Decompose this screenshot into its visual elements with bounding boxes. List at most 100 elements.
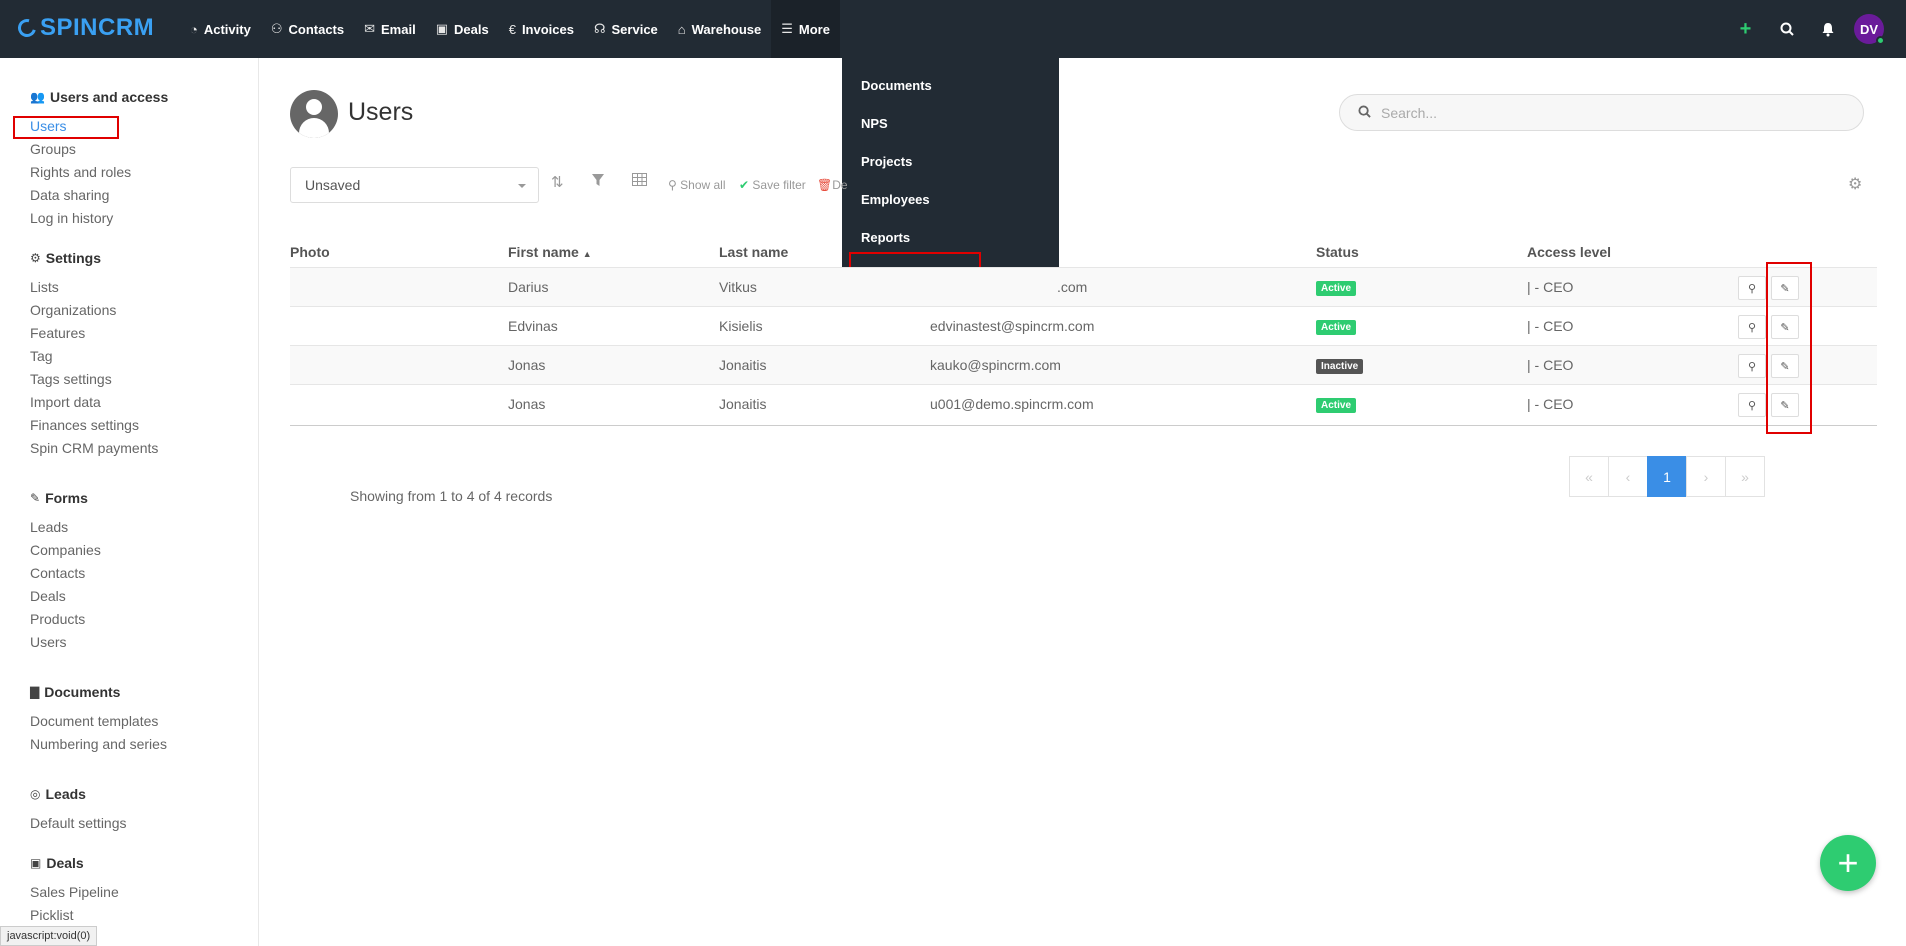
user-avatar[interactable]: DV	[1854, 14, 1885, 45]
columns-grid-icon[interactable]	[632, 173, 647, 190]
nav-invoices[interactable]: € Invoices	[499, 0, 584, 58]
logo-text: SPINCRM	[40, 14, 155, 41]
pagination: « ‹ 1 › »	[1569, 456, 1765, 497]
sort-icon[interactable]: ⇅	[551, 173, 564, 191]
first-name-cell: Darius	[508, 279, 549, 295]
column-header-status[interactable]: Status	[1316, 244, 1359, 260]
nav-more[interactable]: ☰ More	[771, 0, 840, 58]
sidebar-item-picklist[interactable]: Picklist	[30, 907, 74, 923]
save-filter-label: Save filter	[752, 178, 806, 192]
nav-email[interactable]: ✉ Email	[354, 0, 426, 58]
avatar-initials: DV	[1859, 21, 1879, 37]
nav-contacts[interactable]: ⚇ Contacts	[261, 0, 354, 58]
menu-item-documents[interactable]: Documents	[842, 66, 1059, 104]
warehouse-icon: ⌂	[677, 21, 686, 37]
nav-deals-label: Deals	[454, 21, 489, 37]
nav-deals[interactable]: ▣ Deals	[426, 0, 499, 58]
search-bar[interactable]	[1339, 94, 1864, 131]
column-header-first-name[interactable]: First name ▲	[508, 244, 592, 260]
hamburger-icon: ☰	[781, 21, 793, 36]
saved-filter-select[interactable]: Unsaved	[290, 167, 539, 203]
nav-activity[interactable]: ◔ Activity	[180, 0, 261, 58]
sidebar-item-forms-contacts[interactable]: Contacts	[30, 565, 85, 581]
add-fab-button[interactable]: +	[1820, 835, 1876, 891]
menu-item-nps[interactable]: NPS	[842, 104, 1059, 142]
show-all-label: Show all	[680, 178, 726, 192]
table-settings-gear-icon[interactable]: ⚙	[1848, 174, 1862, 194]
show-all-button[interactable]: ⚲ Show all	[668, 178, 726, 192]
sidebar-item-tag[interactable]: Tag	[30, 348, 53, 364]
last-page-button[interactable]: »	[1725, 456, 1765, 497]
filter-icon[interactable]	[591, 173, 605, 191]
email-cell: .com	[1057, 279, 1088, 295]
save-filter-button[interactable]: ✔ Save filter	[739, 178, 806, 192]
online-status-dot	[1876, 36, 1885, 45]
sidebar-item-organizations[interactable]: Organizations	[30, 302, 116, 318]
table-row[interactable]: Jonas Jonaitis kauko@spincrm.com Inactiv…	[290, 345, 1877, 384]
prev-page-button[interactable]: ‹	[1608, 456, 1648, 497]
access-level-cell: | - CEO	[1527, 396, 1574, 412]
section-forms: ✎ Forms	[30, 490, 88, 506]
sidebar-item-data-sharing[interactable]: Data sharing	[30, 187, 109, 203]
column-header-access-level[interactable]: Access level	[1527, 244, 1611, 260]
sidebar-item-lists[interactable]: Lists	[30, 279, 59, 295]
sidebar-item-rights-and-roles[interactable]: Rights and roles	[30, 164, 131, 180]
euro-icon: €	[508, 21, 516, 37]
nav-invoices-label: Invoices	[521, 21, 574, 37]
sidebar-item-import-data[interactable]: Import data	[30, 394, 101, 410]
table-row[interactable]: Darius Vitkus .com Active | - CEO ⚲ ✎	[290, 267, 1877, 306]
sidebar-item-numbering-and-series[interactable]: Numbering and series	[30, 736, 167, 752]
spincrm-logo[interactable]: SPINCRM	[14, 13, 155, 43]
sidebar-item-log-in-history[interactable]: Log in history	[30, 210, 113, 226]
view-button[interactable]: ⚲	[1738, 354, 1766, 378]
bell-icon[interactable]	[1807, 0, 1848, 58]
last-name-cell: Vitkus	[719, 279, 757, 295]
edit-form-icon: ✎	[30, 491, 41, 505]
sidebar-item-forms-leads[interactable]: Leads	[30, 519, 68, 535]
saved-filter-value: Unsaved	[305, 177, 361, 193]
section-users-and-access-title: Users and access	[49, 89, 169, 105]
people-icon: ⚇	[270, 21, 283, 36]
view-button[interactable]: ⚲	[1738, 276, 1766, 300]
magnifier-icon: ⚲	[1747, 282, 1757, 295]
page-title: Users	[348, 98, 414, 126]
column-header-last-name[interactable]: Last name	[719, 244, 788, 260]
sidebar-item-forms-products[interactable]: Products	[30, 611, 85, 627]
nav-warehouse[interactable]: ⌂ Warehouse	[668, 0, 771, 58]
access-level-cell: | - CEO	[1527, 318, 1574, 334]
menu-item-projects[interactable]: Projects	[842, 142, 1059, 180]
first-name-cell: Jonas	[508, 357, 546, 373]
sidebar-item-tags-settings[interactable]: Tags settings	[30, 371, 112, 387]
top-navbar: SPINCRM ◔ Activity ⚇ Contacts ✉ Email ▣ Deal…	[0, 0, 1906, 58]
page-number-button[interactable]: 1	[1647, 456, 1687, 497]
last-name-cell: Jonaitis	[719, 357, 767, 373]
view-button[interactable]: ⚲	[1738, 315, 1766, 339]
sidebar-item-spin-crm-payments[interactable]: Spin CRM payments	[30, 440, 158, 456]
sidebar-item-features[interactable]: Features	[30, 325, 85, 341]
sidebar-item-document-templates[interactable]: Document templates	[30, 713, 158, 729]
menu-item-reports[interactable]: Reports	[842, 218, 1059, 256]
search-icon[interactable]	[1766, 0, 1807, 58]
sidebar-item-sales-pipeline[interactable]: Sales Pipeline	[30, 884, 119, 900]
nav-service[interactable]: ☊ Service	[584, 0, 668, 58]
view-button[interactable]: ⚲	[1738, 393, 1766, 417]
menu-item-employees[interactable]: Employees	[842, 180, 1059, 218]
table-row[interactable]: Jonas Jonaitis u001@demo.spincrm.com Act…	[290, 384, 1877, 423]
sidebar-item-finances-settings[interactable]: Finances settings	[30, 417, 139, 433]
users-group-icon: 👥	[30, 90, 45, 104]
folder-icon: ▇	[30, 685, 40, 699]
sidebar-item-forms-companies[interactable]: Companies	[30, 542, 101, 558]
delete-filter-button[interactable]: 🗑De	[817, 178, 848, 192]
section-settings-title: Settings	[45, 250, 101, 266]
table-row[interactable]: Edvinas Kisielis edvinastest@spincrm.com…	[290, 306, 1877, 345]
sidebar-item-forms-users[interactable]: Users	[30, 634, 67, 650]
first-name-cell: Edvinas	[508, 318, 558, 334]
quick-add-icon[interactable]: +	[1725, 0, 1766, 58]
sidebar-item-groups[interactable]: Groups	[30, 141, 76, 157]
sidebar-item-default-settings[interactable]: Default settings	[30, 815, 127, 831]
next-page-button[interactable]: ›	[1686, 456, 1726, 497]
sidebar-item-forms-deals[interactable]: Deals	[30, 588, 66, 604]
search-input[interactable]	[1381, 104, 1841, 121]
first-page-button[interactable]: «	[1569, 456, 1609, 497]
status-badge: Active	[1316, 281, 1357, 296]
